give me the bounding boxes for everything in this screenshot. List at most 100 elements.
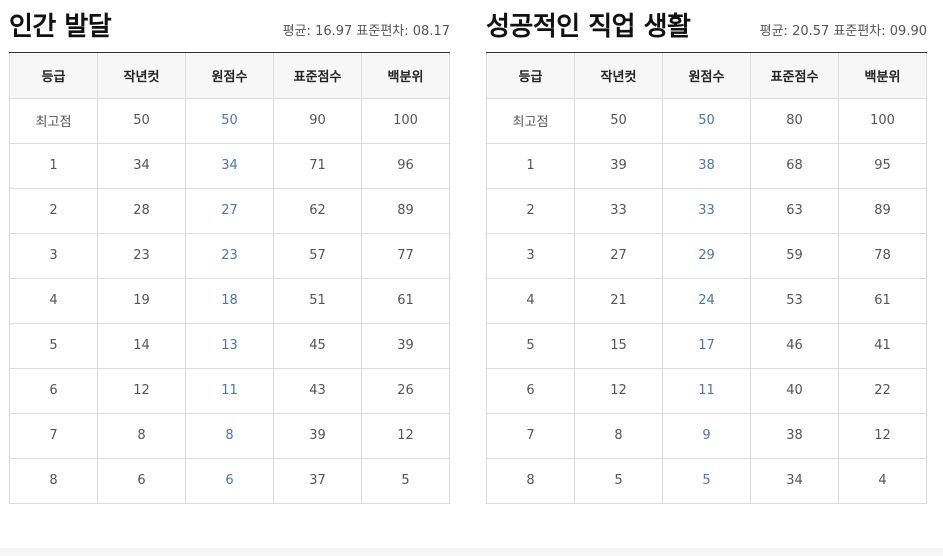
standard-score-cell: 53 bbox=[750, 277, 839, 324]
table-row: 6 12 11 40 22 bbox=[486, 367, 927, 414]
raw-score-cell: 24 bbox=[662, 277, 751, 324]
percentile-cell: 100 bbox=[838, 97, 927, 144]
table-body: 최고점 50 50 80 100 1 39 38 68 95 2 33 33 63 89 3 27 29 59 78 4… bbox=[486, 97, 927, 504]
table-row: 5 15 17 46 41 bbox=[486, 322, 927, 369]
last-year-cut-cell: 5 bbox=[574, 457, 663, 504]
col-grade: 등급 bbox=[486, 53, 575, 99]
raw-score-cell: 11 bbox=[662, 367, 751, 414]
standard-score-cell: 57 bbox=[273, 232, 362, 279]
col-standard-score: 표준점수 bbox=[273, 53, 362, 99]
raw-score-cell: 9 bbox=[662, 412, 751, 459]
score-tables-page: 인간 발달 평균: 16.97 표준편차: 08.17 등급 작년컷 원점수 표… bbox=[0, 0, 943, 556]
grade-cell: 1 bbox=[486, 142, 575, 189]
table-body: 최고점 50 50 90 100 1 34 34 71 96 2 28 27 62 89 3 23 23 57 77 4… bbox=[9, 97, 450, 504]
grade-cell: 3 bbox=[486, 232, 575, 279]
percentile-cell: 12 bbox=[838, 412, 927, 459]
panel-header: 인간 발달 평균: 16.97 표준편차: 08.17 bbox=[9, 0, 450, 53]
last-year-cut-cell: 23 bbox=[97, 232, 186, 279]
percentile-cell: 26 bbox=[361, 367, 450, 414]
grade-cell: 4 bbox=[486, 277, 575, 324]
percentile-cell: 39 bbox=[361, 322, 450, 369]
last-year-cut-cell: 34 bbox=[97, 142, 186, 189]
standard-score-cell: 90 bbox=[273, 97, 362, 144]
standard-score-cell: 63 bbox=[750, 187, 839, 234]
grade-cell: 8 bbox=[9, 457, 98, 504]
last-year-cut-cell: 39 bbox=[574, 142, 663, 189]
standard-score-cell: 59 bbox=[750, 232, 839, 279]
grade-cell: 1 bbox=[9, 142, 98, 189]
percentile-cell: 41 bbox=[838, 322, 927, 369]
standard-score-cell: 34 bbox=[750, 457, 839, 504]
last-year-cut-cell: 21 bbox=[574, 277, 663, 324]
grade-cell: 4 bbox=[9, 277, 98, 324]
last-year-cut-cell: 50 bbox=[574, 97, 663, 144]
panel-stats: 평균: 20.57 표준편차: 09.90 bbox=[759, 24, 927, 39]
raw-score-cell: 8 bbox=[185, 412, 274, 459]
panel-successful-career-life: 성공적인 직업 생활 평균: 20.57 표준편차: 09.90 등급 작년컷 … bbox=[486, 0, 927, 504]
last-year-cut-cell: 8 bbox=[97, 412, 186, 459]
percentile-cell: 89 bbox=[838, 187, 927, 234]
grade-cell: 최고점 bbox=[9, 97, 98, 144]
raw-score-cell: 5 bbox=[662, 457, 751, 504]
last-year-cut-cell: 12 bbox=[97, 367, 186, 414]
raw-score-cell: 23 bbox=[185, 232, 274, 279]
standard-score-cell: 43 bbox=[273, 367, 362, 414]
percentile-cell: 77 bbox=[361, 232, 450, 279]
table-row: 1 39 38 68 95 bbox=[486, 142, 927, 189]
standard-score-cell: 46 bbox=[750, 322, 839, 369]
grade-cell: 6 bbox=[9, 367, 98, 414]
percentile-cell: 96 bbox=[361, 142, 450, 189]
raw-score-cell: 13 bbox=[185, 322, 274, 369]
raw-score-cell: 11 bbox=[185, 367, 274, 414]
panel-human-development: 인간 발달 평균: 16.97 표준편차: 08.17 등급 작년컷 원점수 표… bbox=[9, 0, 450, 504]
grade-cell: 8 bbox=[486, 457, 575, 504]
table-row: 4 19 18 51 61 bbox=[9, 277, 450, 324]
percentile-cell: 61 bbox=[838, 277, 927, 324]
raw-score-cell: 6 bbox=[185, 457, 274, 504]
table-row: 2 28 27 62 89 bbox=[9, 187, 450, 234]
col-percentile: 백분위 bbox=[838, 53, 927, 99]
raw-score-cell: 18 bbox=[185, 277, 274, 324]
grade-cell: 5 bbox=[9, 322, 98, 369]
table-row: 7 8 8 39 12 bbox=[9, 412, 450, 459]
col-raw-score: 원점수 bbox=[662, 53, 751, 99]
last-year-cut-cell: 15 bbox=[574, 322, 663, 369]
col-grade: 등급 bbox=[9, 53, 98, 99]
table-row: 3 23 23 57 77 bbox=[9, 232, 450, 279]
last-year-cut-cell: 12 bbox=[574, 367, 663, 414]
col-raw-score: 원점수 bbox=[185, 53, 274, 99]
standard-score-cell: 80 bbox=[750, 97, 839, 144]
grade-cell: 7 bbox=[486, 412, 575, 459]
percentile-cell: 95 bbox=[838, 142, 927, 189]
grade-cell: 5 bbox=[486, 322, 575, 369]
table-row: 최고점 50 50 80 100 bbox=[486, 97, 927, 144]
standard-score-cell: 40 bbox=[750, 367, 839, 414]
standard-score-cell: 68 bbox=[750, 142, 839, 189]
table-row: 8 6 6 37 5 bbox=[9, 457, 450, 504]
raw-score-cell: 29 bbox=[662, 232, 751, 279]
grade-cell: 7 bbox=[9, 412, 98, 459]
last-year-cut-cell: 28 bbox=[97, 187, 186, 234]
percentile-cell: 22 bbox=[838, 367, 927, 414]
grade-cell: 최고점 bbox=[486, 97, 575, 144]
last-year-cut-cell: 14 bbox=[97, 322, 186, 369]
grade-cell: 6 bbox=[486, 367, 575, 414]
grade-cell: 2 bbox=[9, 187, 98, 234]
grade-cell: 3 bbox=[9, 232, 98, 279]
table-row: 최고점 50 50 90 100 bbox=[9, 97, 450, 144]
grade-cell: 2 bbox=[486, 187, 575, 234]
table-row: 5 14 13 45 39 bbox=[9, 322, 450, 369]
standard-score-cell: 51 bbox=[273, 277, 362, 324]
panel-title: 성공적인 직업 생활 bbox=[486, 12, 691, 42]
table-row: 3 27 29 59 78 bbox=[486, 232, 927, 279]
table-row: 4 21 24 53 61 bbox=[486, 277, 927, 324]
percentile-cell: 5 bbox=[361, 457, 450, 504]
standard-score-cell: 45 bbox=[273, 322, 362, 369]
raw-score-cell: 17 bbox=[662, 322, 751, 369]
percentile-cell: 4 bbox=[838, 457, 927, 504]
col-last-year-cut: 작년컷 bbox=[97, 53, 186, 99]
panel-title: 인간 발달 bbox=[9, 12, 112, 42]
percentile-cell: 61 bbox=[361, 277, 450, 324]
last-year-cut-cell: 33 bbox=[574, 187, 663, 234]
table-row: 2 33 33 63 89 bbox=[486, 187, 927, 234]
